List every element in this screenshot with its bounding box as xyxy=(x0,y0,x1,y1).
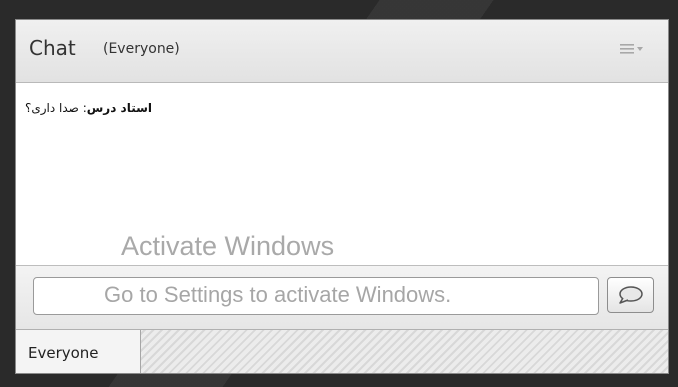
chat-title: Chat xyxy=(29,36,76,60)
message-separator: : xyxy=(78,101,87,115)
message-sender: استاد درس xyxy=(86,101,153,115)
chat-header: Chat (Everyone) xyxy=(16,20,668,83)
tab-everyone[interactable]: Everyone xyxy=(16,330,141,373)
message-text: صدا داری؟ xyxy=(25,101,79,115)
chat-message: استاد درس: صدا داری؟ xyxy=(25,101,668,115)
list-menu-icon[interactable] xyxy=(620,42,646,58)
chat-pod: Chat (Everyone) استاد درس: صدا داری؟ Act… xyxy=(15,19,669,374)
chat-input-bar: Go to Settings to activate Windows. xyxy=(16,265,668,329)
chat-tab-bar: Everyone xyxy=(16,329,668,373)
activation-watermark-subtitle: Go to Settings to activate Windows. xyxy=(104,282,452,307)
chat-audience-label: (Everyone) xyxy=(103,41,180,57)
activation-watermark-title: Activate Windows xyxy=(121,231,335,261)
send-message-button[interactable] xyxy=(607,277,654,313)
chat-message-input[interactable]: Go to Settings to activate Windows. xyxy=(33,277,599,315)
chat-message-list[interactable]: استاد درس: صدا داری؟ xyxy=(16,83,668,263)
